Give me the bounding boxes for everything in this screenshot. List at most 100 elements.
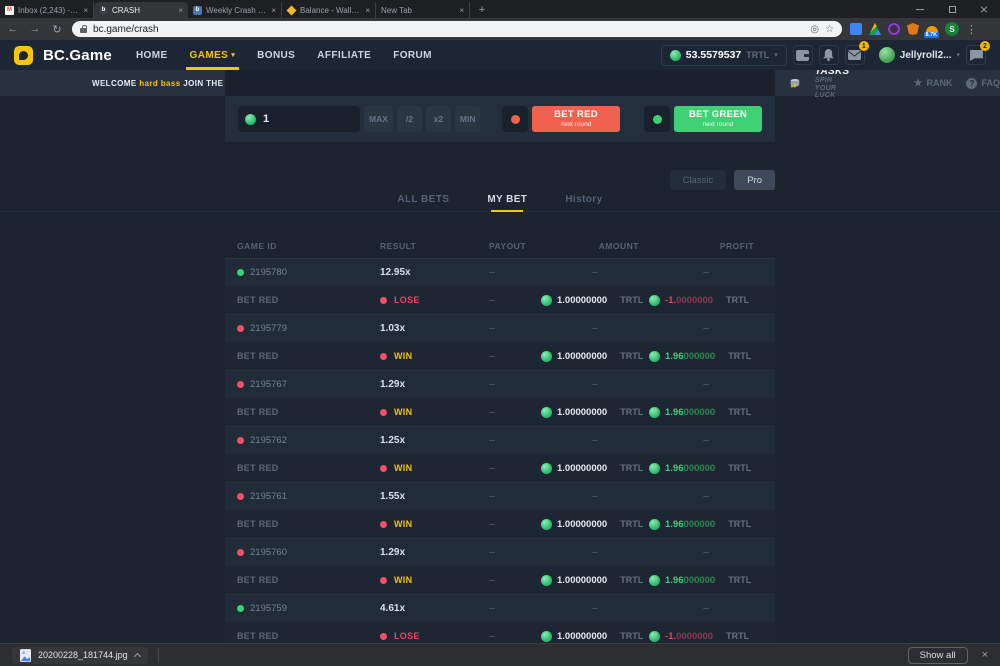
profit-trailing-zeros: 000000 [684,519,716,530]
reload-icon[interactable]: ↻ [50,23,64,36]
tab-close-icon[interactable]: × [83,6,88,15]
close-button[interactable] [968,0,1000,18]
maximize-button[interactable] [936,0,968,18]
browser-tab-gmail[interactable]: M Inbox (2,243) - skyjones84@gma × [0,2,94,18]
bookmark-star-icon[interactable]: ☆ [825,24,834,35]
balance-dropdown[interactable]: 53.5579537 TRTL ▾ [661,45,787,66]
tab-my-bet[interactable]: MY BET [487,194,527,211]
minimize-button[interactable] [904,0,936,18]
tasks-widget[interactable]: TASKS SPIN YOUR LUCK [815,66,850,100]
nav-item-games[interactable]: GAMES▾ [190,40,236,70]
chrome-menu-icon[interactable]: ⋮ [966,23,977,36]
drive-extension-icon[interactable] [869,23,881,35]
tab-all-bets[interactable]: ALL BETS [397,194,449,211]
tab-close-icon[interactable]: × [365,6,370,15]
nav-label: AFFILIATE [317,50,371,61]
table-row-game[interactable]: 2195761 1.55x – – – [225,482,775,510]
balance-amount: 53.5579537 [686,49,741,61]
table-row-game[interactable]: 2195780 12.95x – – – [225,258,775,286]
bet-type-label: BET RED [237,351,279,361]
chat-button[interactable]: 2 [966,45,986,65]
payout-placeholder: – [489,547,495,558]
table-row-bet[interactable]: BET RED WIN – 1.00000000 TRTL 1.96000000… [225,566,775,594]
table-row-bet[interactable]: BET RED WIN – 1.00000000 TRTL 1.96000000… [225,342,775,370]
double-button[interactable]: x2 [426,106,451,132]
profit-main-digits: 1.96 [665,351,684,362]
half-button[interactable]: /2 [397,106,422,132]
bcgame-logo[interactable]: BC.Game [14,46,112,65]
chevron-up-icon[interactable] [134,652,141,659]
question-icon: ? [966,78,977,89]
table-row-bet[interactable]: BET RED WIN – 1.00000000 TRTL 1.96000000… [225,510,775,538]
table-row-game[interactable]: 2195779 1.03x – – – [225,314,775,342]
profile-avatar[interactable]: S [945,22,959,36]
bets-tabs: ALL BETS MY BET History [0,194,1000,212]
wallet-button[interactable] [793,45,813,65]
table-row-bet[interactable]: BET RED LOSE – 1.00000000 TRTL -1.000000… [225,622,775,643]
bet-green-button[interactable]: BET GREEN next round [674,106,762,132]
extension-badge-icon[interactable]: 8.7K [926,26,938,35]
nav-item-bonus[interactable]: BONUS [257,40,295,70]
download-item[interactable]: 20200228_181744.jpg [12,647,148,664]
url-text[interactable]: bc.game/crash [93,24,804,35]
nav-item-forum[interactable]: FORUM [393,40,432,70]
table-row-game[interactable]: 2195767 1.29x – – – [225,370,775,398]
metamask-extension-icon[interactable] [907,23,919,35]
user-menu[interactable]: Jellyroll2... ▾ [879,47,960,63]
bet-amount-field [238,106,360,132]
table-row-game[interactable]: 2195759 4.61x – – – [225,594,775,622]
browser-tab-crash[interactable]: b CRASH × [94,2,188,18]
tab-close-icon[interactable]: × [271,6,276,15]
tab-close-icon[interactable]: × [459,6,464,15]
pro-mode-button[interactable]: Pro [734,170,775,190]
tasks-drum-icon[interactable] [789,74,801,92]
gmail-favicon-icon: M [5,6,14,15]
bet-amount-value: 1.00000000 [557,407,607,418]
classic-mode-button[interactable]: Classic [670,170,727,190]
back-icon[interactable]: ← [6,23,20,35]
tab-title: Balance - Wallet - Binance [300,6,361,15]
download-bar-close-icon[interactable]: × [982,649,988,661]
balance-currency: TRTL [746,50,769,60]
show-all-button[interactable]: Show all [908,647,968,664]
table-row-bet[interactable]: BET RED WIN – 1.00000000 TRTL 1.96000000… [225,398,775,426]
extension-ring-icon[interactable] [888,23,900,35]
nav-item-affiliate[interactable]: AFFILIATE [317,40,371,70]
notifications-button[interactable] [819,45,839,65]
browser-tab-forum[interactable]: b Weekly Crash Challenge - Red R × [188,2,282,18]
bet-amount-value: 1.00000000 [557,463,607,474]
bet-red-button[interactable]: BET RED next round [532,106,620,132]
coin-icon [670,50,681,61]
min-button[interactable]: MIN [455,106,481,132]
payout-placeholder: – [489,351,495,362]
browser-tab-newtab[interactable]: New Tab × [376,2,470,18]
table-row-bet[interactable]: BET RED LOSE – 1.00000000 TRTL -1.000000… [225,286,775,314]
faq-link[interactable]: ? FAQ [966,78,1000,89]
tab-history[interactable]: History [565,194,602,211]
messages-button[interactable]: 1 [845,45,865,65]
currency-label: TRTL [726,631,749,641]
tab-close-icon[interactable]: × [178,6,183,15]
table-row-bet[interactable]: BET RED WIN – 1.00000000 TRTL 1.96000000… [225,454,775,482]
table-row-game[interactable]: 2195762 1.25x – – – [225,426,775,454]
bet-amount-input[interactable] [238,106,360,132]
max-button[interactable]: MAX [364,106,393,132]
browser-tab-binance[interactable]: Balance - Wallet - Binance × [282,2,376,18]
coin-icon [541,575,552,586]
forward-icon[interactable]: → [28,23,42,35]
bell-icon [823,49,834,61]
new-tab-button[interactable]: + [474,2,490,18]
bet-red-label: BET RED [554,110,598,120]
nav-item-home[interactable]: HOME [136,40,168,70]
wallet-icon [796,50,809,61]
currency-label: TRTL [620,407,643,417]
url-input[interactable]: bc.game/crash ◎ ☆ [72,21,842,37]
crash-multiplier: 1.55x [380,491,405,502]
profit-placeholder: – [703,435,709,446]
table-row-game[interactable]: 2195760 1.29x – – – [225,538,775,566]
profit-main-digits: 1.96 [665,407,684,418]
bcgame-logo-icon [14,46,33,65]
site-info-icon[interactable]: ◎ [810,24,819,35]
extension-icon[interactable] [850,23,862,35]
rank-link[interactable]: ★ RANK [914,78,953,89]
